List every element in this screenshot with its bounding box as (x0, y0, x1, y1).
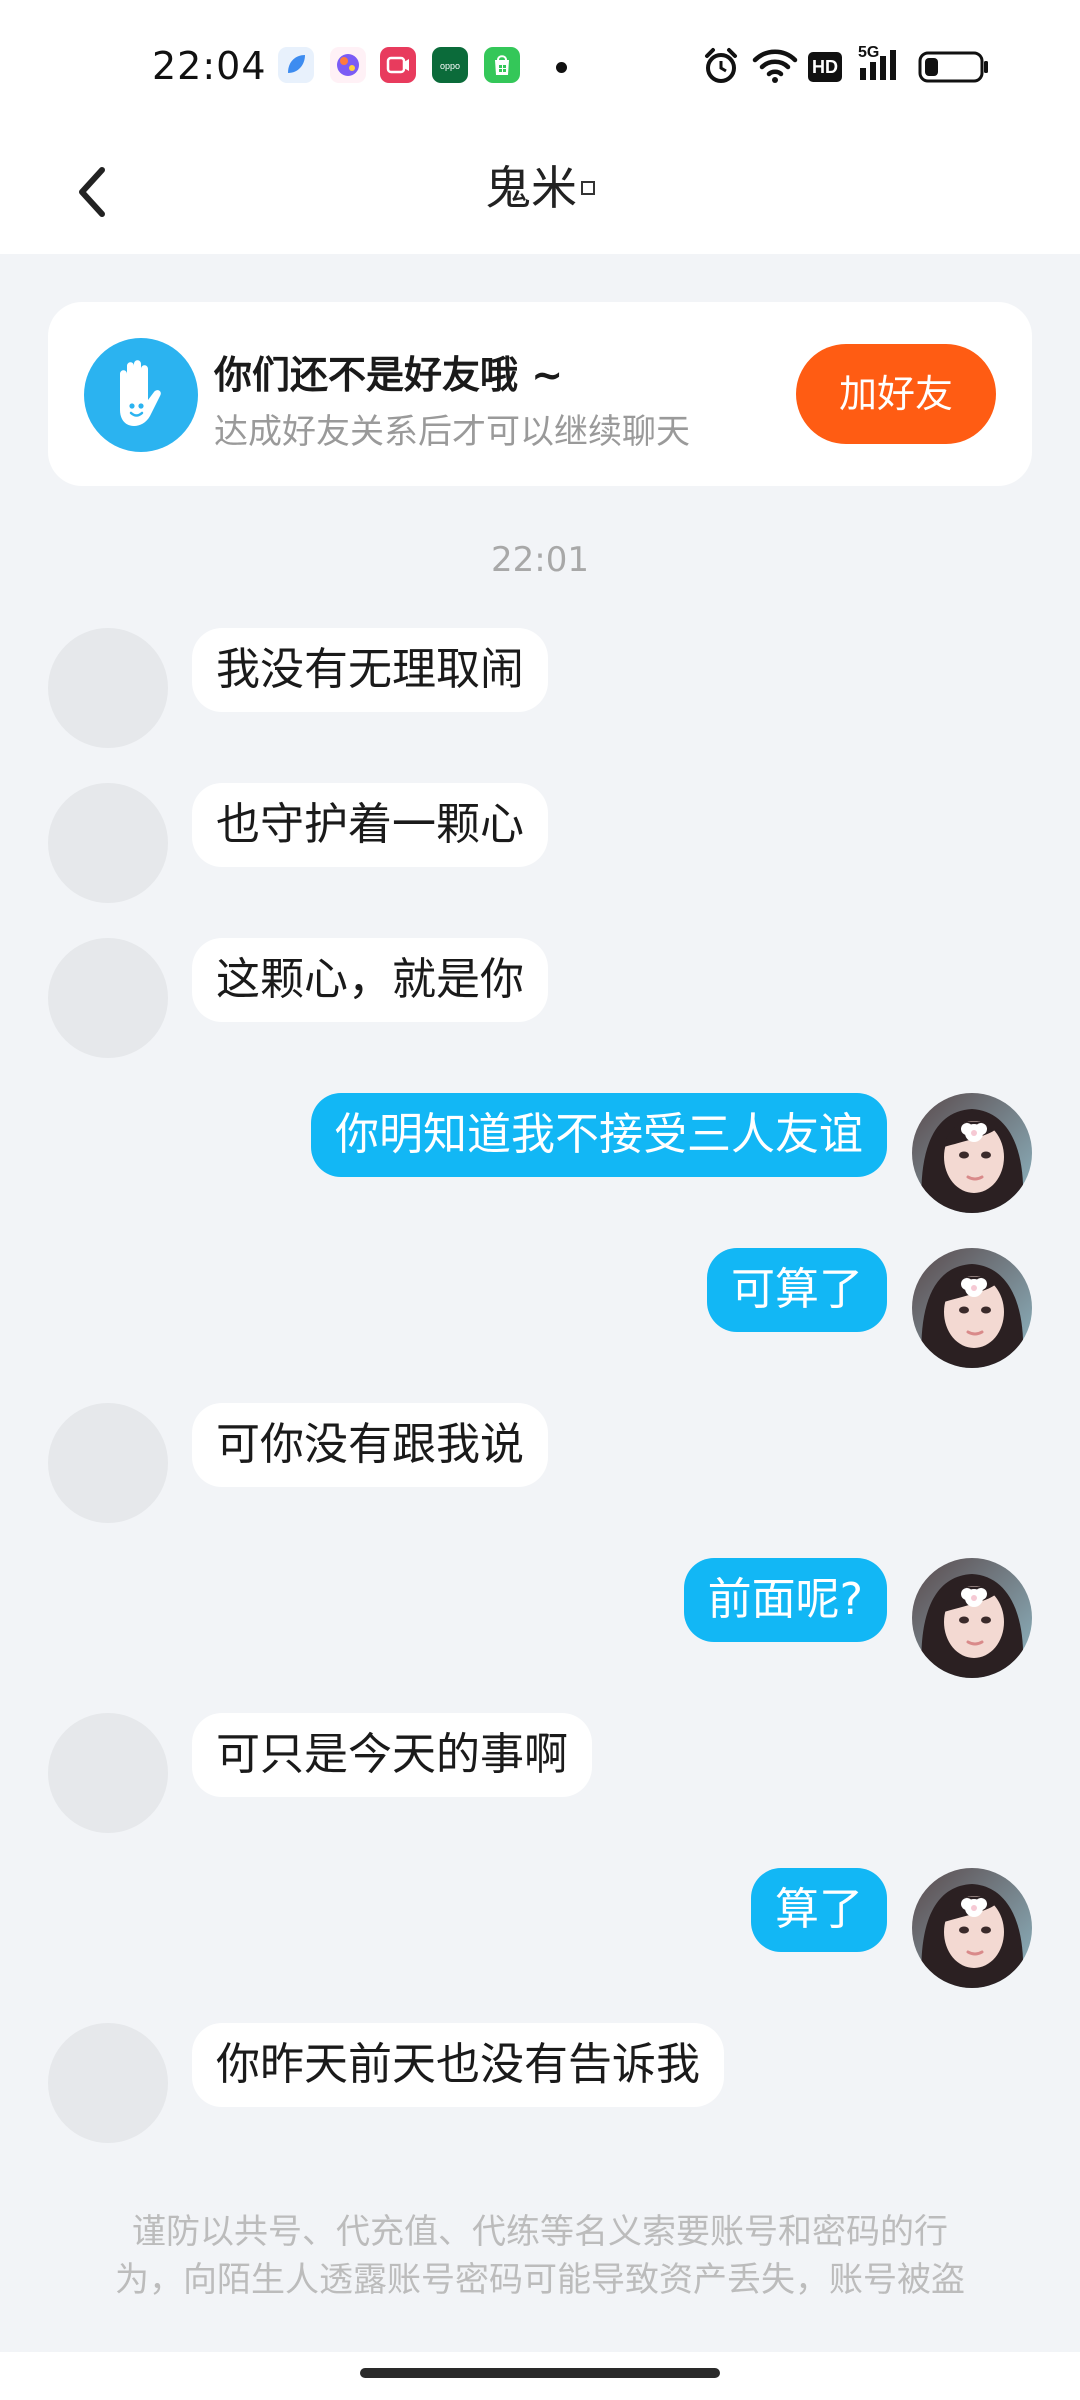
user-avatar[interactable] (912, 1093, 1032, 1213)
notification-dot-icon (556, 62, 567, 73)
chat-timestamp: 22:01 (491, 540, 589, 580)
contact-avatar[interactable] (48, 628, 168, 748)
user-portrait-icon (912, 1248, 1032, 1368)
user-avatar[interactable] (912, 1868, 1032, 1988)
warning-line-1: 谨防以共号、代充值、代练等名义索要账号和密码的行 (132, 2212, 948, 2252)
incoming-message[interactable]: 可只是今天的事啊 (192, 1713, 592, 1797)
outgoing-message[interactable]: 算了 (751, 1868, 887, 1952)
contact-avatar[interactable] (48, 2023, 168, 2143)
banner-subtitle: 达成好友关系后才可以继续聊天 (214, 412, 690, 452)
security-warning: 谨防以共号、代充值、代练等名义索要账号和密码的行 为，向陌生人透露账号密码可能导… (70, 2208, 1010, 2304)
outgoing-message[interactable]: 可算了 (707, 1248, 887, 1332)
incoming-message[interactable]: 我没有无理取闹 (192, 628, 548, 712)
contact-avatar[interactable] (48, 1713, 168, 1833)
outgoing-message[interactable]: 前面呢? (683, 1558, 887, 1642)
store-icon (484, 47, 520, 83)
status-time: 22:04 (152, 44, 267, 88)
contact-avatar[interactable] (48, 938, 168, 1058)
contact-avatar[interactable] (48, 783, 168, 903)
video-icon (380, 47, 416, 83)
add-friend-button[interactable]: 加好友 (796, 344, 996, 444)
contact-name: 鬼米 (485, 161, 577, 215)
network-label: 5G (858, 44, 879, 61)
contact-avatar[interactable] (48, 1403, 168, 1523)
outgoing-message[interactable]: 你明知道我不接受三人友谊 (311, 1093, 887, 1177)
incoming-message[interactable]: 可你没有跟我说 (192, 1403, 548, 1487)
user-portrait-icon (912, 1558, 1032, 1678)
paint-icon (330, 47, 366, 83)
battery-icon (918, 50, 990, 88)
page-title: 鬼米 (0, 150, 1080, 226)
incoming-message[interactable]: 你昨天前天也没有告诉我 (192, 2023, 724, 2107)
incoming-message[interactable]: 这颗心，就是你 (192, 938, 548, 1022)
user-portrait-icon (912, 1093, 1032, 1213)
banner-title: 你们还不是好友哦 ~ (214, 353, 564, 397)
status-bar: 22:04 oppo HD 5G (0, 0, 1080, 130)
user-avatar[interactable] (912, 1248, 1032, 1368)
bottom-bar (0, 2352, 1080, 2400)
user-portrait-icon (912, 1868, 1032, 1988)
hd-icon: HD (808, 52, 842, 82)
browser-icon (278, 47, 314, 83)
oppo-icon: oppo (432, 47, 468, 83)
user-avatar[interactable] (912, 1558, 1032, 1678)
alarm-icon (702, 46, 740, 90)
chat-header: 鬼米 (0, 130, 1080, 254)
home-indicator[interactable] (360, 2368, 720, 2378)
incoming-message[interactable]: 也守护着一颗心 (192, 783, 548, 867)
wave-hand-icon (84, 338, 198, 452)
svg-text:oppo: oppo (440, 61, 460, 71)
signal-5g-icon: 5G (858, 42, 906, 88)
status-marker-icon (581, 180, 595, 195)
warning-line-2: 为，向陌生人透露账号密码可能导致资产丢失，账号被盗 (115, 2260, 965, 2300)
wifi-icon (752, 48, 798, 88)
friend-request-banner: 你们还不是好友哦 ~ 达成好友关系后才可以继续聊天 加好友 (48, 302, 1032, 486)
